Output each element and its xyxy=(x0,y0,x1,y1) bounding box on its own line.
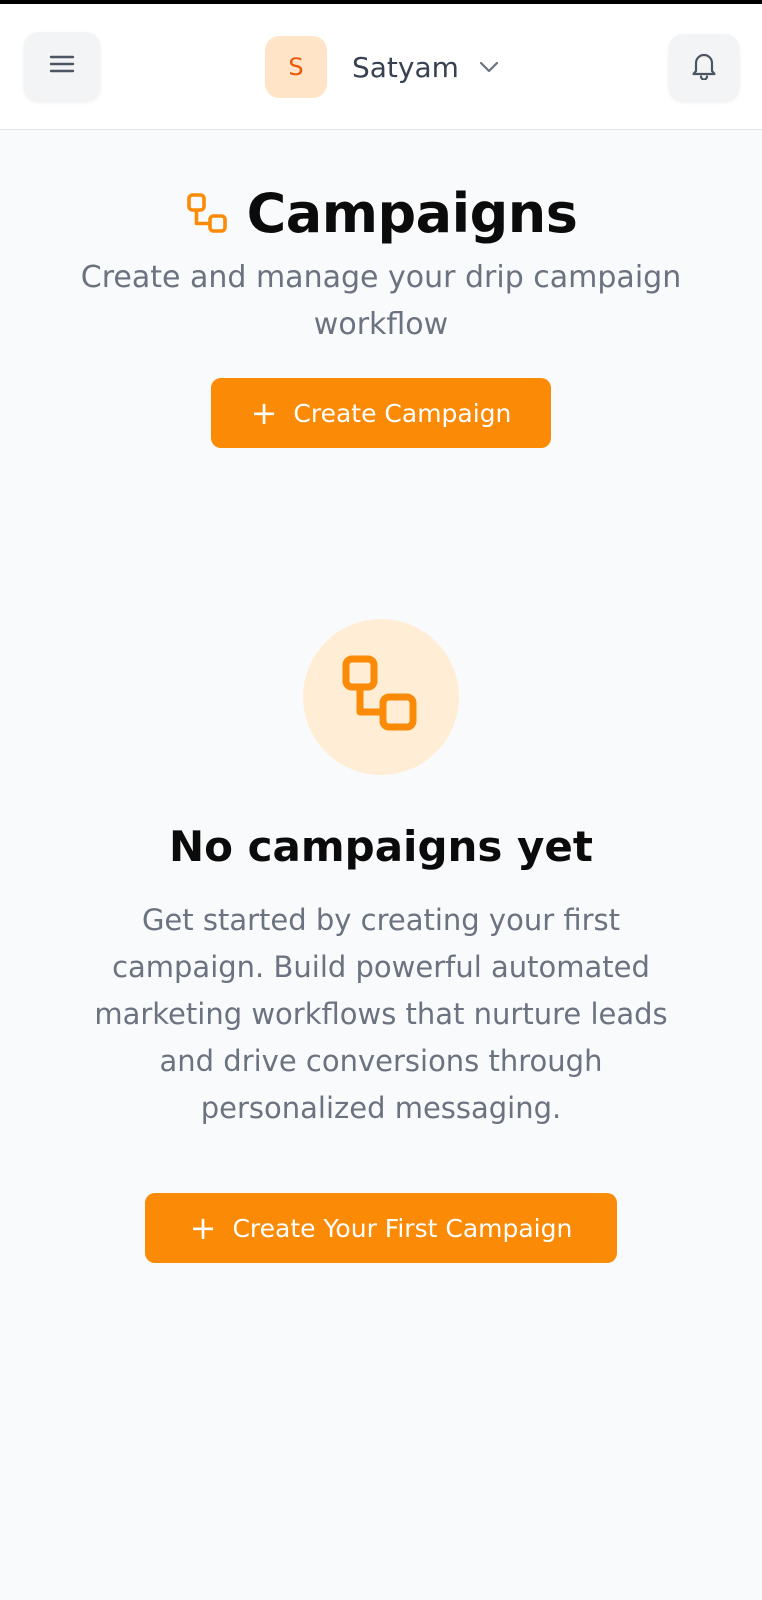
workflow-icon xyxy=(339,653,423,742)
page-subtitle: Create and manage your drip campaign wor… xyxy=(80,260,682,342)
avatar-initial: S xyxy=(288,53,304,81)
page-title: Campaigns xyxy=(246,181,578,245)
user-name: Satyam xyxy=(352,50,459,84)
workflow-icon xyxy=(185,191,229,235)
create-first-campaign-label: Create Your First Campaign xyxy=(232,1213,573,1243)
avatar: S xyxy=(265,36,327,98)
chevron-down-icon xyxy=(479,61,499,73)
menu-button[interactable] xyxy=(24,32,100,100)
page-title-row: Campaigns xyxy=(0,178,762,248)
plus-icon: + xyxy=(189,1209,217,1247)
hamburger-menu-icon xyxy=(49,53,75,80)
create-campaign-button[interactable]: + Create Campaign xyxy=(211,378,551,448)
create-first-campaign-button[interactable]: + Create Your First Campaign xyxy=(145,1193,617,1263)
empty-state-title: No campaigns yet xyxy=(169,822,593,871)
notifications-button[interactable] xyxy=(669,34,739,100)
bell-icon xyxy=(690,50,718,85)
create-campaign-label: Create Campaign xyxy=(293,398,512,428)
empty-state-illustration xyxy=(303,619,459,775)
plus-icon: + xyxy=(250,394,278,432)
empty-state-description: Get started by creating your first campa… xyxy=(94,903,668,1125)
app-header: S Satyam xyxy=(0,4,762,130)
user-switcher[interactable]: S Satyam xyxy=(265,35,499,99)
